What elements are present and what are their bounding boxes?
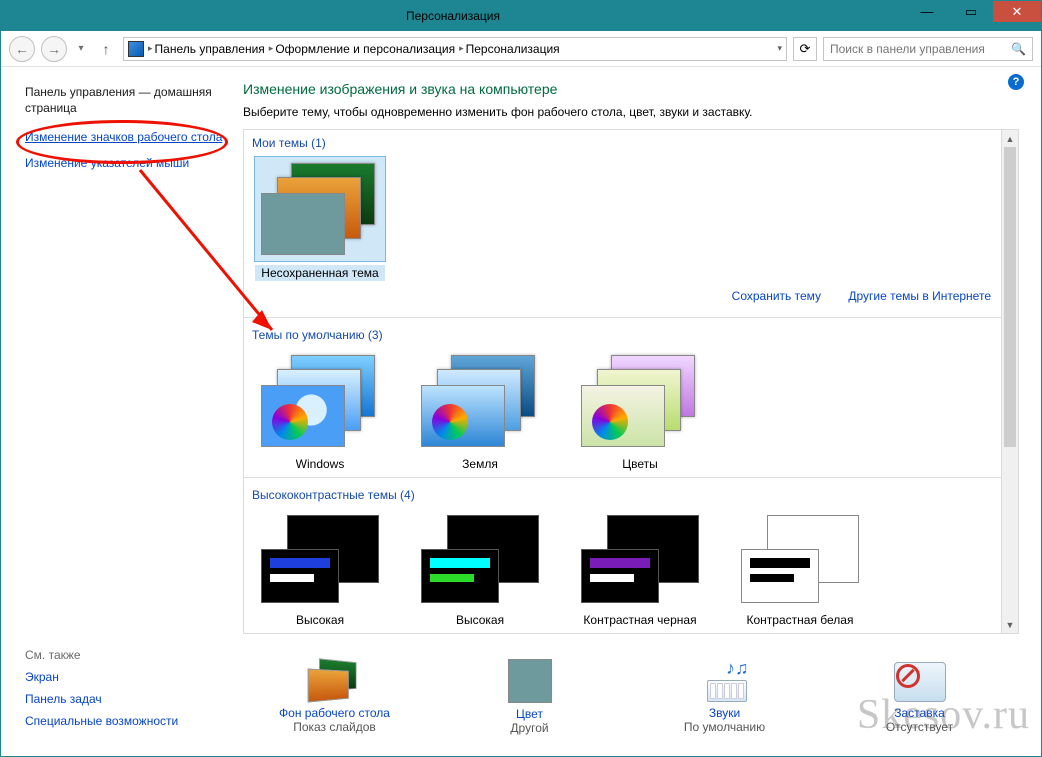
section-hc-themes: Высококонтрастные темы (4) [252,484,993,508]
save-theme-link[interactable]: Сохранить тему [732,289,821,303]
address-bar[interactable]: ▸ Панель управления ▸ Оформление и персо… [123,37,787,61]
back-button[interactable]: ← [9,36,35,62]
see-also-label: См. также [25,648,223,662]
titlebar: Персонализация — ▭ ✕ [1,1,1041,31]
color-setting[interactable]: Цвет Другой [455,659,605,735]
content-body: Панель управления — домашняя страница Из… [1,67,1041,634]
scroll-thumb[interactable] [1004,147,1016,447]
breadcrumb-root[interactable]: ▸ Панель управления [148,42,265,56]
scroll-track[interactable] [1002,147,1018,616]
close-button[interactable]: ✕ [993,1,1041,22]
sounds-icon: ♪♫ [699,660,751,702]
scroll-down-button[interactable]: ▼ [1002,616,1018,633]
recent-dropdown[interactable]: ▾ [73,41,89,57]
sounds-setting[interactable]: ♪♫ Звуки По умолчанию [650,660,800,734]
theme-unsaved[interactable]: Несохраненная тема [252,156,388,281]
desktop-background-icon [309,660,361,702]
theme-hc-2[interactable]: Высокая [412,508,548,627]
minimize-button[interactable]: — [905,1,949,22]
screensaver-setting[interactable]: Заставка Отсутствует [845,660,995,734]
quick-settings: Фон рабочего стола Показ слайдов Цвет Др… [233,634,1041,756]
breadcrumb-personalization[interactable]: ▸ Персонализация [459,42,560,56]
theme-earth[interactable]: Земля [412,348,548,471]
theme-hc-black[interactable]: Контрастная черная [572,508,708,627]
theme-hc-white[interactable]: Контрастная белая [732,508,868,627]
chevron-right-icon: ▸ [459,43,464,54]
desktop-background-setting[interactable]: Фон рабочего стола Показ слайдов [260,660,410,734]
themes-scroll-area: Мои темы (1) Несохраненная тема [243,129,1002,634]
search-input[interactable] [830,42,1011,56]
window-title: Персонализация [1,9,905,23]
up-button[interactable]: ↑ [95,38,117,60]
see-also-pane: См. также Экран Панель задач Специальные… [1,634,233,756]
window-controls: — ▭ ✕ [905,1,1041,31]
ease-of-access-link[interactable]: Специальные возможности [25,714,223,728]
vertical-scrollbar[interactable]: ▲ ▼ [1002,129,1019,634]
search-box[interactable]: 🔍 [823,37,1033,61]
color-icon [508,659,552,703]
change-mouse-pointers-link[interactable]: Изменение указателей мыши [25,156,223,172]
more-themes-link[interactable]: Другие темы в Интернете [848,289,991,303]
bottom-panel: См. также Экран Панель задач Специальные… [1,634,1041,756]
theme-hc-1[interactable]: Высокая [252,508,388,627]
search-icon: 🔍 [1011,42,1026,56]
theme-actions: Сохранить тему Другие темы в Интернете [252,281,993,311]
theme-flowers[interactable]: Цветы [572,348,708,471]
main-pane: Изменение изображения и звука на компьют… [233,67,1041,634]
refresh-button[interactable]: ⟳ [793,37,817,61]
address-dropdown[interactable]: ▾ [777,43,782,54]
section-default-themes: Темы по умолчанию (3) [252,324,993,348]
personalization-window: Персонализация — ▭ ✕ ← → ▾ ↑ ▸ Панель уп… [0,0,1042,757]
main-description: Выберите тему, чтобы одновременно измени… [243,105,1019,119]
maximize-button[interactable]: ▭ [949,1,993,22]
control-panel-home[interactable]: Панель управления — домашняя страница [25,85,223,116]
chevron-right-icon: ▸ [269,43,274,54]
taskbar-link[interactable]: Панель задач [25,692,223,706]
change-desktop-icons-link[interactable]: Изменение значков рабочего стола [25,130,223,146]
section-my-themes: Мои темы (1) [252,132,993,156]
side-pane: Панель управления — домашняя страница Из… [1,67,233,634]
theme-windows[interactable]: Windows [252,348,388,471]
screensaver-icon [894,660,946,702]
toolbar: ← → ▾ ↑ ▸ Панель управления ▸ Оформление… [1,31,1041,67]
themes-container: Мои темы (1) Несохраненная тема [243,129,1019,634]
forward-button[interactable]: → [41,36,67,62]
chevron-right-icon: ▸ [148,43,153,54]
control-panel-icon [128,41,144,57]
main-heading: Изменение изображения и звука на компьют… [243,81,1019,97]
scroll-up-button[interactable]: ▲ [1002,130,1018,147]
display-link[interactable]: Экран [25,670,223,684]
breadcrumb-appearance[interactable]: ▸ Оформление и персонализация [269,42,455,56]
